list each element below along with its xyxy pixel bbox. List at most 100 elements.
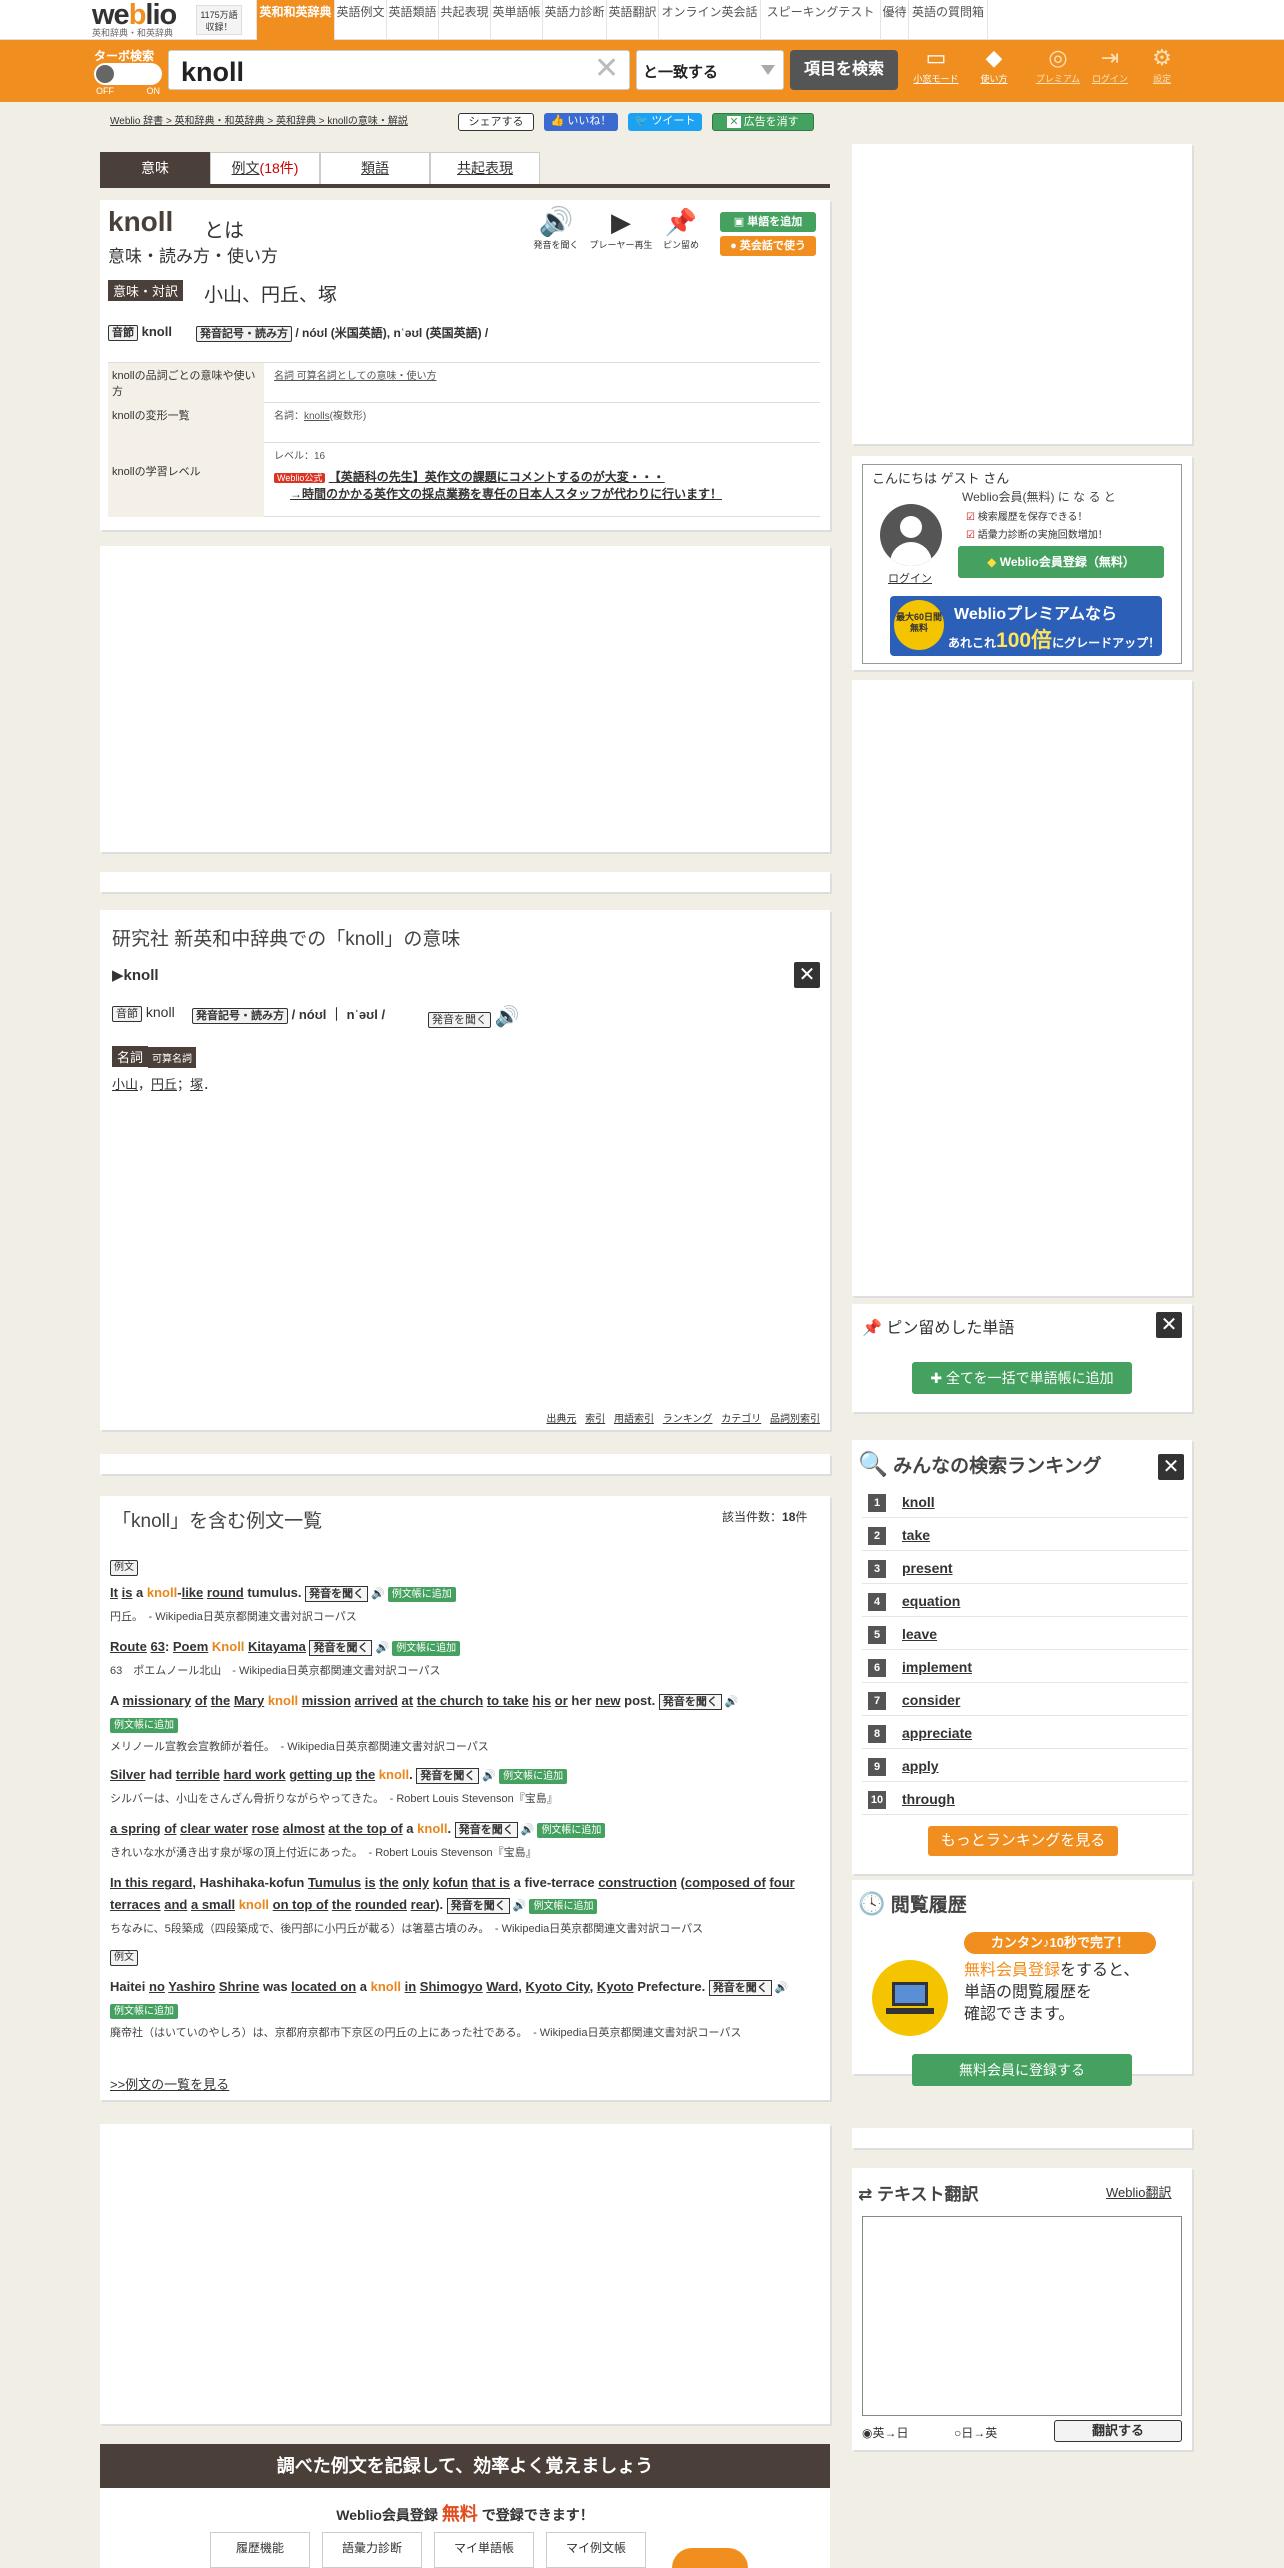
premium-badge: 最大60日間無料: [894, 600, 944, 650]
premium-banner[interactable]: 最大60日間無料 Weblioプレミアムなら あれこれ100倍にグレードアップ！: [890, 596, 1162, 656]
ranking-item[interactable]: 3 present: [862, 1552, 1188, 1584]
listen-tool[interactable]: 🔊 発音を聞く: [526, 206, 586, 251]
syllable-label: 音節: [108, 325, 138, 341]
speaker-icon[interactable]: 🔊: [371, 1583, 385, 1605]
logo-subtitle: 英和辞典・和英辞典: [92, 28, 174, 38]
ranking-item[interactable]: 9 apply: [862, 1750, 1188, 1782]
ranking-item[interactable]: 5 leave: [862, 1618, 1188, 1650]
example-item: A missionary of the Mary knoll mission a…: [110, 1691, 739, 1733]
clear-icon[interactable]: ✕: [594, 54, 619, 84]
add-example-button[interactable]: 例文帳に追加: [110, 1718, 178, 1733]
tab-meaning[interactable]: 意味: [100, 152, 210, 184]
turbo-toggle[interactable]: [94, 63, 162, 85]
add-all-button[interactable]: ✚ 全てを一括で単語帳に追加: [912, 1362, 1132, 1394]
ranking-item[interactable]: 2 take: [862, 1519, 1188, 1551]
translate-textarea[interactable]: [862, 2216, 1182, 2416]
ad-link[interactable]: Weblio公式 【英語科の先生】英作文の課題にコメントするのが大変・・・ →時間…: [274, 469, 722, 502]
tab-synonyms[interactable]: 類語: [320, 152, 430, 184]
speaker-icon[interactable]: 🔊: [725, 1691, 739, 1713]
login-tool[interactable]: ⇥ ログイン: [1086, 44, 1134, 98]
ranking-item[interactable]: 6 implement: [862, 1651, 1188, 1683]
facebook-like-button[interactable]: 👍 いいね！: [544, 113, 618, 131]
check-icon: ☑: [966, 530, 975, 541]
kenkyusha-title: 研究社 新英和中辞典での「knoll」の意味: [112, 929, 461, 950]
ad-space: [100, 546, 830, 852]
nav-tab-speaking-test[interactable]: スピーキングテスト: [760, 0, 880, 40]
add-example-button[interactable]: 例文帳に追加: [529, 1899, 598, 1914]
add-example-button[interactable]: 例文帳に追加: [387, 1587, 456, 1602]
search-input[interactable]: knoll: [168, 50, 630, 90]
add-word-button[interactable]: ▣ 単語を追加: [720, 212, 816, 232]
example-item: In this regard, Hashihaka-kofun Tumulus …: [110, 1872, 815, 1917]
history-register-button[interactable]: 無料会員に登録する: [912, 2054, 1132, 2086]
nav-tab-vocab-test[interactable]: 英語力診断: [542, 0, 606, 40]
content-tabs: 意味 例文(18件) 類語 共起表現: [100, 152, 830, 188]
translate-button[interactable]: 翻訳する: [1054, 2420, 1182, 2442]
add-example-button[interactable]: 例文帳に追加: [537, 1823, 606, 1838]
speaker-icon[interactable]: 🔊: [521, 1819, 535, 1841]
close-icon[interactable]: ✕: [1156, 1312, 1182, 1338]
player-tool[interactable]: ▶ プレーヤー再生: [586, 206, 656, 251]
listen-button[interactable]: 発音を聞く: [309, 1640, 373, 1656]
listen-button[interactable]: 発音を聞く: [658, 1694, 722, 1710]
close-icon[interactable]: ✕: [794, 962, 820, 988]
nav-tab-perks[interactable]: 優待: [880, 0, 908, 40]
syllable-value: knoll: [145, 1004, 175, 1020]
nav-tab-online-eikaiwa[interactable]: オンライン英会話: [658, 0, 760, 40]
close-icon[interactable]: ✕: [1158, 1454, 1184, 1480]
nav-tab-cooccur[interactable]: 共起表現: [438, 0, 490, 40]
ad-space: [100, 2124, 830, 2424]
premium-tool[interactable]: ◎ プレミアム: [1034, 44, 1082, 98]
ranking-item[interactable]: 1 knoll: [862, 1486, 1188, 1518]
pin-tool[interactable]: 📌 ピン留め: [656, 206, 706, 251]
speaker-icon[interactable]: 🔊: [375, 1637, 389, 1659]
ranking-item[interactable]: 7 consider: [862, 1684, 1188, 1716]
listen-button[interactable]: 発音を聞く: [446, 1898, 510, 1914]
nav-tab-synonyms[interactable]: 英語類語: [386, 0, 438, 40]
nav-tab-wordbook[interactable]: 英単語帳: [490, 0, 542, 40]
headword: knoll: [108, 206, 174, 237]
share-button[interactable]: シェアする: [458, 113, 534, 131]
match-mode-select[interactable]: と一致する: [636, 50, 784, 90]
add-example-button[interactable]: 例文帳に追加: [392, 1641, 461, 1656]
pron-value: / nóʊl (米国英語), nˈəʊl (英国英語) /: [295, 326, 489, 340]
tab-examples[interactable]: 例文(18件): [210, 152, 320, 184]
weblio-translate-link[interactable]: Weblio翻訳: [1106, 2182, 1172, 2201]
listen-button[interactable]: 発音を聞く: [708, 1980, 772, 1996]
listen-button[interactable]: 発音を聞く 🔊: [428, 1004, 520, 1029]
divider-panel: [100, 872, 830, 892]
ranking-item[interactable]: 4 equation: [862, 1585, 1188, 1617]
speaker-icon[interactable]: 🔊: [775, 1977, 789, 1999]
ranking-item[interactable]: 10 through: [862, 1783, 1188, 1815]
radio-en-ja[interactable]: ◉英→日: [862, 2424, 909, 2441]
ranking-item[interactable]: 8 appreciate: [862, 1717, 1188, 1749]
speaker-icon[interactable]: 🔊: [482, 1765, 496, 1787]
search-button[interactable]: 項目を検索: [790, 50, 898, 90]
nav-tab-dictionary[interactable]: 英和和英辞典: [256, 0, 334, 40]
speaker-icon[interactable]: 🔊: [513, 1895, 527, 1917]
more-examples-link[interactable]: >>例文の一覧を見る: [110, 2074, 229, 2093]
listen-button[interactable]: 発音を聞く: [454, 1822, 518, 1838]
nav-tab-translate[interactable]: 英語翻訳: [606, 0, 658, 40]
add-example-button[interactable]: 例文帳に追加: [110, 2004, 178, 2019]
login-link[interactable]: ログイン: [888, 570, 932, 586]
listen-button[interactable]: 発音を聞く: [416, 1768, 480, 1784]
kenkyusha-headword: ▶knoll: [112, 967, 159, 984]
tab-cooccur[interactable]: 共起表現: [430, 152, 540, 184]
listen-button[interactable]: 発音を聞く: [305, 1586, 369, 1602]
nav-tab-examples[interactable]: 英語例文: [334, 0, 386, 40]
remove-ads-button[interactable]: ✕ 広告を消す: [712, 113, 814, 131]
howto-tool[interactable]: ◆ 使い方: [970, 44, 1018, 98]
eikaiwa-button[interactable]: ● 英会話で使う: [720, 236, 816, 256]
tweet-button[interactable]: 🐦 ツイート: [628, 113, 702, 131]
breadcrumb[interactable]: Weblio 辞書 > 英和辞典・和英辞典 > 英和辞典 > knollの意味・…: [110, 112, 408, 127]
add-example-button[interactable]: 例文帳に追加: [499, 1769, 568, 1784]
weblio-logo[interactable]: weblio 英和辞典・和英辞典: [92, 1, 194, 39]
small-window-tool[interactable]: ▭ 小窓モード: [912, 44, 960, 98]
radio-ja-en[interactable]: ○日→英: [954, 2424, 997, 2441]
more-ranking-button[interactable]: もっとランキングを見る: [928, 1826, 1118, 1856]
settings-tool[interactable]: ⚙ 設定: [1138, 44, 1186, 98]
register-button[interactable]: ◆ Weblio会員登録（無料）: [958, 546, 1164, 578]
nav-tab-questions[interactable]: 英語の質問箱: [908, 0, 988, 40]
example-translation: 廃帝社（はいていのやしろ）は、京都府京都市下京区の円丘の上にあった社である。 -…: [110, 2027, 742, 2039]
